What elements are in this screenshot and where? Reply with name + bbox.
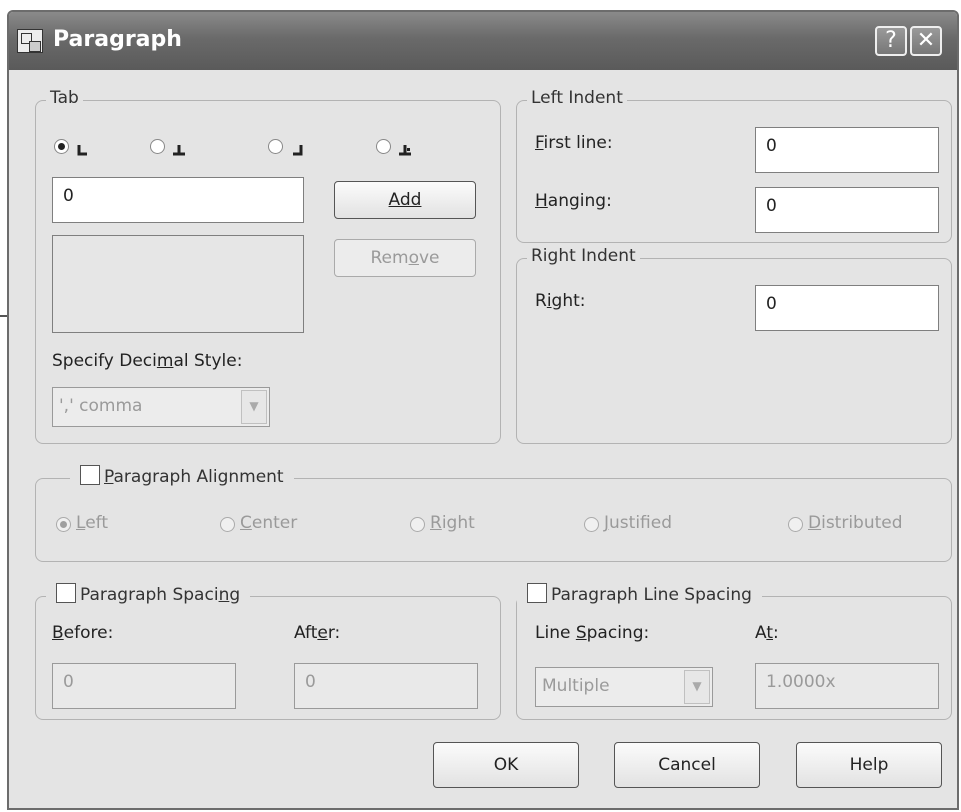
- decimal-style-label: Specify Decimal Style:: [52, 351, 243, 371]
- after-label: After:: [294, 623, 341, 643]
- paragraph-alignment-header: Paragraph Alignment: [70, 465, 294, 487]
- tab-right-radio[interactable]: [268, 139, 283, 154]
- tab-decimal-radio[interactable]: [376, 139, 391, 154]
- close-icon[interactable]: ✕: [910, 26, 942, 56]
- align-justified-radio[interactable]: [584, 517, 599, 532]
- help-button[interactable]: Help: [796, 742, 942, 788]
- decimal-style-value: ',' comma: [59, 396, 143, 416]
- align-justified-label: Justified: [604, 513, 672, 533]
- title-bar: Paragraph ? ✕: [9, 12, 957, 70]
- before-label: Before:: [52, 623, 114, 643]
- right-label: Right:: [535, 291, 586, 311]
- paragraph-dialog: Paragraph ? ✕ Tab 0 Add Remove Specify D…: [7, 10, 959, 810]
- ok-button[interactable]: OK: [433, 742, 579, 788]
- help-icon[interactable]: ?: [875, 26, 907, 56]
- paragraph-alignment-group: Paragraph Alignment Left Center Right Ju…: [35, 465, 952, 562]
- after-input[interactable]: 0: [294, 663, 478, 709]
- hanging-label: Hanging:: [535, 191, 612, 211]
- tab-left-radio[interactable]: [54, 139, 69, 154]
- at-label: At:: [755, 623, 779, 643]
- paragraph-spacing-group: Paragraph Spacing Before: 0 After: 0: [35, 583, 501, 720]
- align-distributed-radio[interactable]: [788, 517, 803, 532]
- align-right-label: Right: [430, 513, 475, 533]
- align-right-radio[interactable]: [410, 517, 425, 532]
- at-input[interactable]: 1.0000x: [755, 663, 939, 709]
- chevron-down-icon: ▼: [241, 390, 267, 424]
- remove-button[interactable]: Remove: [334, 239, 476, 277]
- cancel-button[interactable]: Cancel: [614, 742, 760, 788]
- right-tab-icon: [293, 145, 303, 156]
- align-center-radio[interactable]: [220, 517, 235, 532]
- tab-position-input[interactable]: 0: [52, 177, 304, 223]
- paragraph-alignment-checkbox[interactable]: [80, 465, 100, 485]
- left-indent-group: Left Indent First line: 0 Hanging: 0: [516, 88, 952, 243]
- align-left-label: Left: [76, 513, 108, 533]
- before-input[interactable]: 0: [52, 663, 236, 709]
- line-spacing-label: Line Spacing:: [535, 623, 650, 643]
- right-indent-group: Right Indent Right: 0: [516, 246, 952, 444]
- left-tab-icon: [77, 145, 87, 156]
- dialog-title: Paragraph: [53, 27, 182, 52]
- line-spacing-header: Paragraph Line Spacing: [517, 583, 762, 605]
- line-spacing-group: Paragraph Line Spacing Line Spacing: Mul…: [516, 583, 952, 720]
- left-indent-legend: Left Indent: [527, 88, 627, 108]
- paragraph-spacing-header: Paragraph Spacing: [46, 583, 251, 605]
- add-button-label: Add: [388, 190, 422, 210]
- right-indent-legend: Right Indent: [527, 246, 640, 266]
- center-tab-icon: [173, 145, 185, 156]
- align-left-radio[interactable]: [56, 517, 71, 532]
- line-spacing-value: Multiple: [542, 676, 610, 696]
- align-distributed-label: Distributed: [808, 513, 903, 533]
- line-spacing-checkbox[interactable]: [527, 583, 547, 603]
- paragraph-spacing-checkbox[interactable]: [56, 583, 76, 603]
- hanging-input[interactable]: 0: [755, 187, 939, 233]
- tab-group-legend: Tab: [46, 88, 83, 108]
- tab-group: Tab 0 Add Remove Specify Decimal Style: …: [35, 88, 501, 444]
- decimal-tab-icon: [399, 145, 411, 156]
- decimal-style-dropdown[interactable]: ',' comma ▼: [52, 387, 270, 427]
- chevron-down-icon: ▼: [684, 670, 710, 704]
- tab-center-radio[interactable]: [150, 139, 165, 154]
- align-center-label: Center: [240, 513, 298, 533]
- right-input[interactable]: 0: [755, 285, 939, 331]
- paragraph-app-icon: [17, 29, 43, 53]
- add-button[interactable]: Add: [334, 181, 476, 219]
- line-spacing-dropdown[interactable]: Multiple ▼: [535, 667, 713, 707]
- first-line-label: First line:: [535, 133, 613, 153]
- first-line-input[interactable]: 0: [755, 127, 939, 173]
- tab-stops-list[interactable]: [52, 235, 304, 333]
